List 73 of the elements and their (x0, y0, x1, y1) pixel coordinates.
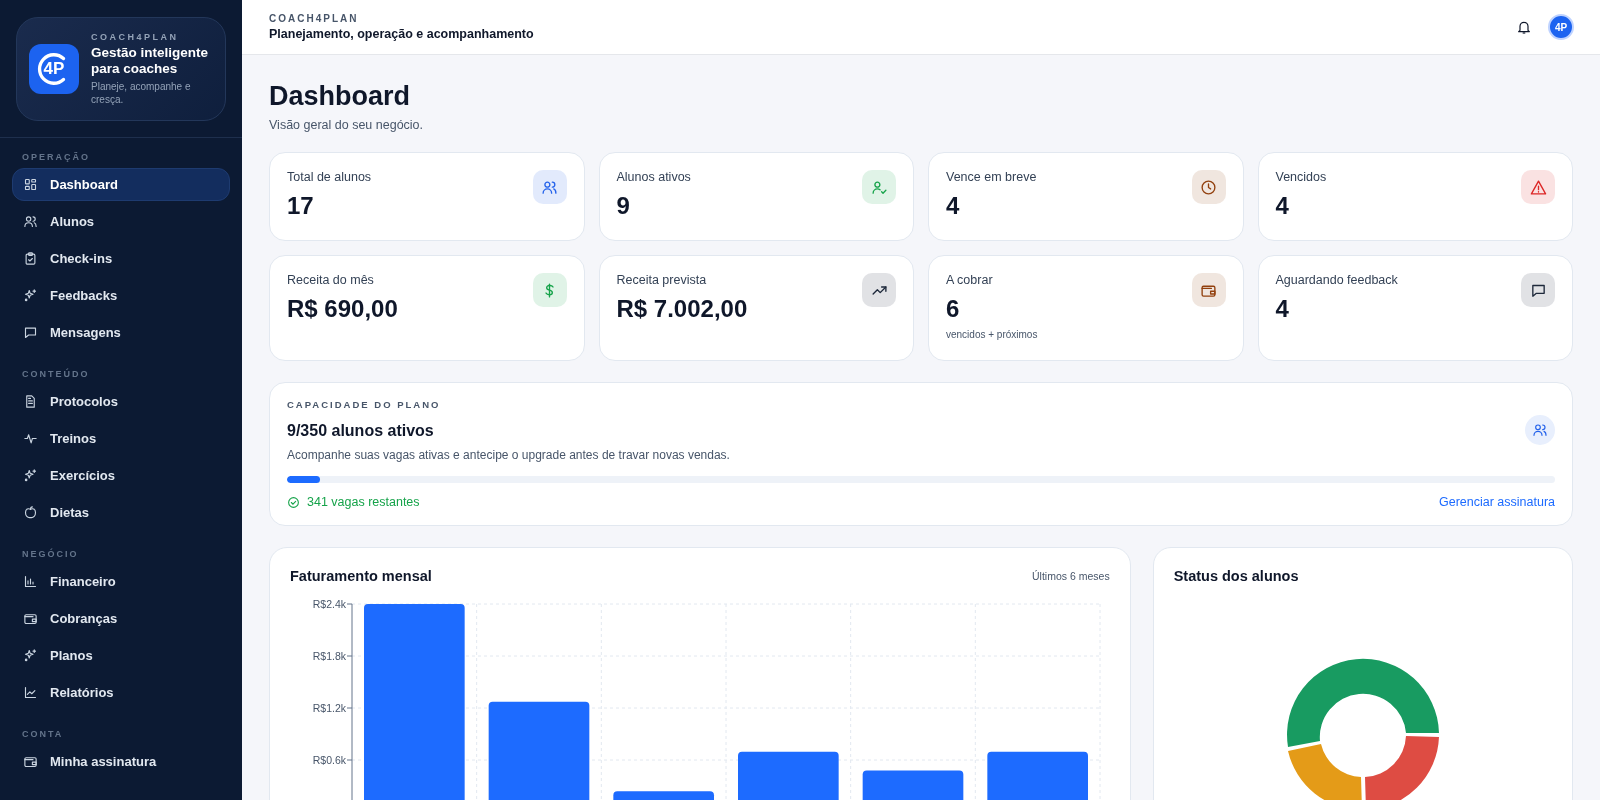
nav-item[interactable]: Exercícios (12, 459, 230, 492)
logo-text: 4P (43, 59, 65, 79)
stat-value: R$ 690,00 (287, 295, 398, 323)
nav-item[interactable]: Alunos (12, 205, 230, 238)
brand-tagline: Planeje, acompanhe e cresça. (91, 80, 192, 106)
card-title: Status dos alunos (1173, 568, 1299, 584)
stat-value: R$ 7.002,00 (616, 295, 748, 323)
wallet-icon (23, 754, 38, 769)
manage-subscription-link[interactable]: Gerenciar assinatura (1438, 495, 1555, 509)
nav-item[interactable]: Check-ins (12, 242, 230, 275)
nav-item[interactable]: Cobranças (12, 602, 230, 635)
bars-icon (23, 574, 38, 589)
message-icon (23, 325, 38, 340)
section-label: CONTA (21, 728, 65, 741)
stat-value: 4 (1275, 295, 1290, 323)
users-icon (23, 214, 38, 229)
wallet-icon (23, 611, 38, 626)
capacity-description: Acompanhe suas vagas ativas e antecipe o upgrade antes de travar novas vendas. (287, 448, 730, 462)
stat-label: Vence em breve (946, 170, 1037, 184)
stat-label: Alunos ativos (616, 170, 691, 184)
chart-icon (23, 685, 38, 700)
nav-item[interactable]: Relatórios (12, 676, 230, 709)
file-icon (23, 394, 38, 409)
page-subtitle: Visão geral do seu negócio. (269, 118, 425, 132)
nav-item[interactable]: Financeiro (12, 565, 230, 598)
card-title: Faturamento mensal (290, 568, 432, 584)
stat-label: Receita do mês (287, 273, 375, 287)
grid-icon (23, 177, 38, 192)
stat-value: 9 (616, 192, 631, 220)
stat-value: 4 (946, 192, 961, 220)
nav-item[interactable]: Dashboard (12, 168, 230, 201)
axis-label: R$2.4k (312, 598, 346, 610)
sparkles-icon (23, 648, 38, 663)
sparkles-icon (23, 288, 38, 303)
users-icon (1525, 415, 1555, 445)
page-title: Dashboard (269, 81, 412, 112)
axis-label: R$1.2k (312, 702, 346, 714)
clipboard-icon (23, 251, 38, 266)
header-subtitle: Planejamento, operação e acompanhamento (269, 27, 534, 41)
nav-item[interactable]: Mensagens (12, 316, 230, 349)
nav-item[interactable]: Minha assinatura (12, 745, 230, 778)
section-label: CAPACIDADE DO PLANO (287, 399, 442, 410)
nav-item[interactable]: Dietas (12, 496, 230, 529)
stat-label: Total de alunos (287, 170, 372, 184)
axis-label: R$0.6k (312, 754, 346, 766)
brand-name: COACH4PLAN (269, 13, 360, 24)
nav-item[interactable]: Feedbacks (12, 279, 230, 312)
apple-icon (23, 505, 38, 520)
pulse-icon (23, 431, 38, 446)
period-label: Últimos 6 meses (1032, 570, 1110, 582)
stat-label: Vencidos (1275, 170, 1327, 184)
nav-item[interactable]: Planos (12, 639, 230, 672)
stat-note: vencidos + próximos (946, 329, 1038, 340)
stat-label: Aguardando feedback (1275, 273, 1398, 287)
stat-label: A cobrar (946, 273, 994, 287)
avatar-logo[interactable]: 4P (1548, 14, 1574, 40)
stat-value: 4 (1275, 192, 1290, 220)
section-label: NEGÓCIO (21, 547, 80, 561)
stat-value: 6 (946, 295, 961, 323)
nav-item[interactable]: Treinos (12, 422, 230, 455)
stat-label: Receita prevista (616, 273, 708, 287)
sparkles-icon (23, 468, 38, 483)
axis-label: R$1.8k (312, 650, 346, 662)
brand-title: Gestão inteligente para coaches (91, 45, 210, 77)
check-circle-icon (287, 495, 300, 509)
brand-name: COACH4PLAN (91, 32, 180, 42)
nav-item[interactable]: Protocolos (12, 385, 230, 418)
notifications-icon[interactable] (1516, 19, 1532, 35)
section-label: CONTEÚDO (21, 367, 91, 381)
remaining-text: 341 vagas restantes (307, 495, 420, 509)
capacity-title: 9/350 alunos ativos (287, 422, 435, 440)
section-label: OPERAÇÃO (21, 151, 91, 164)
stat-value: 17 (287, 192, 315, 220)
